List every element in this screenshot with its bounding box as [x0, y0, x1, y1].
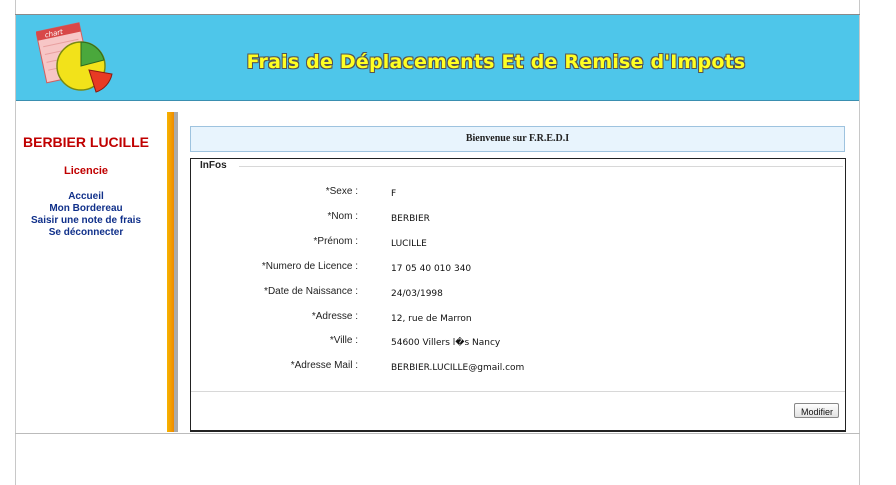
- value-date-naissance: 24/03/1998: [391, 289, 443, 299]
- label-adresse: *Adresse :: [311, 311, 358, 322]
- infos-legend: InFos: [200, 160, 227, 171]
- page-title: Frais de Déplacements Et de Remise d'Imp…: [246, 51, 746, 73]
- nav-link-saisir-note-de-frais[interactable]: Saisir une note de frais: [16, 215, 156, 227]
- nav-link-mon-bordereau[interactable]: Mon Bordereau: [16, 203, 156, 215]
- label-numero-licence: *Numero de Licence :: [261, 261, 358, 272]
- value-prenom: LUCILLE: [391, 239, 427, 249]
- form-divider: [191, 391, 845, 392]
- label-date-naissance: *Date de Naissance :: [264, 286, 358, 297]
- value-ville: 54600 Villers l�s Nancy: [391, 338, 501, 348]
- user-name: BERBIER LUCILLE: [23, 134, 149, 150]
- label-ville: *Ville :: [329, 335, 358, 346]
- modify-button[interactable]: Modifier: [794, 403, 839, 418]
- chart-logo-icon: chart: [35, 18, 116, 96]
- value-adresse: 12, rue de Marron: [391, 314, 472, 324]
- label-nom: *Nom :: [327, 211, 358, 222]
- value-adresse-mail: BERBIER.LUCILLE@gmail.com: [391, 363, 525, 373]
- welcome-banner: Bienvenue sur F.R.E.D.I: [190, 126, 845, 152]
- sidebar-divider-accent: [167, 112, 174, 432]
- sidebar: BERBIER LUCILLE Licencie Accueil Mon Bor…: [16, 112, 166, 432]
- nav-link-accueil[interactable]: Accueil: [16, 191, 156, 203]
- value-sexe: F: [391, 189, 397, 199]
- user-role: Licencie: [63, 165, 109, 177]
- label-prenom: *Prénom :: [313, 236, 358, 247]
- bottom-divider: [15, 433, 860, 434]
- sidebar-nav: Accueil Mon Bordereau Saisir une note de…: [16, 191, 156, 239]
- nav-link-se-deconnecter[interactable]: Se déconnecter: [16, 227, 156, 239]
- infos-fieldset: InFos *Sexe : F *Nom : BERBIER *Prénom :…: [190, 158, 846, 432]
- value-nom: BERBIER: [391, 214, 430, 224]
- value-numero-licence: 17 05 40 010 340: [391, 264, 472, 274]
- label-sexe: *Sexe :: [325, 186, 358, 197]
- legend-divider: [239, 166, 843, 167]
- sidebar-divider-shadow: [174, 112, 178, 432]
- header-banner: chart Frais de Déplacements Et de Remise…: [16, 15, 859, 101]
- label-adresse-mail: *Adresse Mail :: [290, 360, 358, 371]
